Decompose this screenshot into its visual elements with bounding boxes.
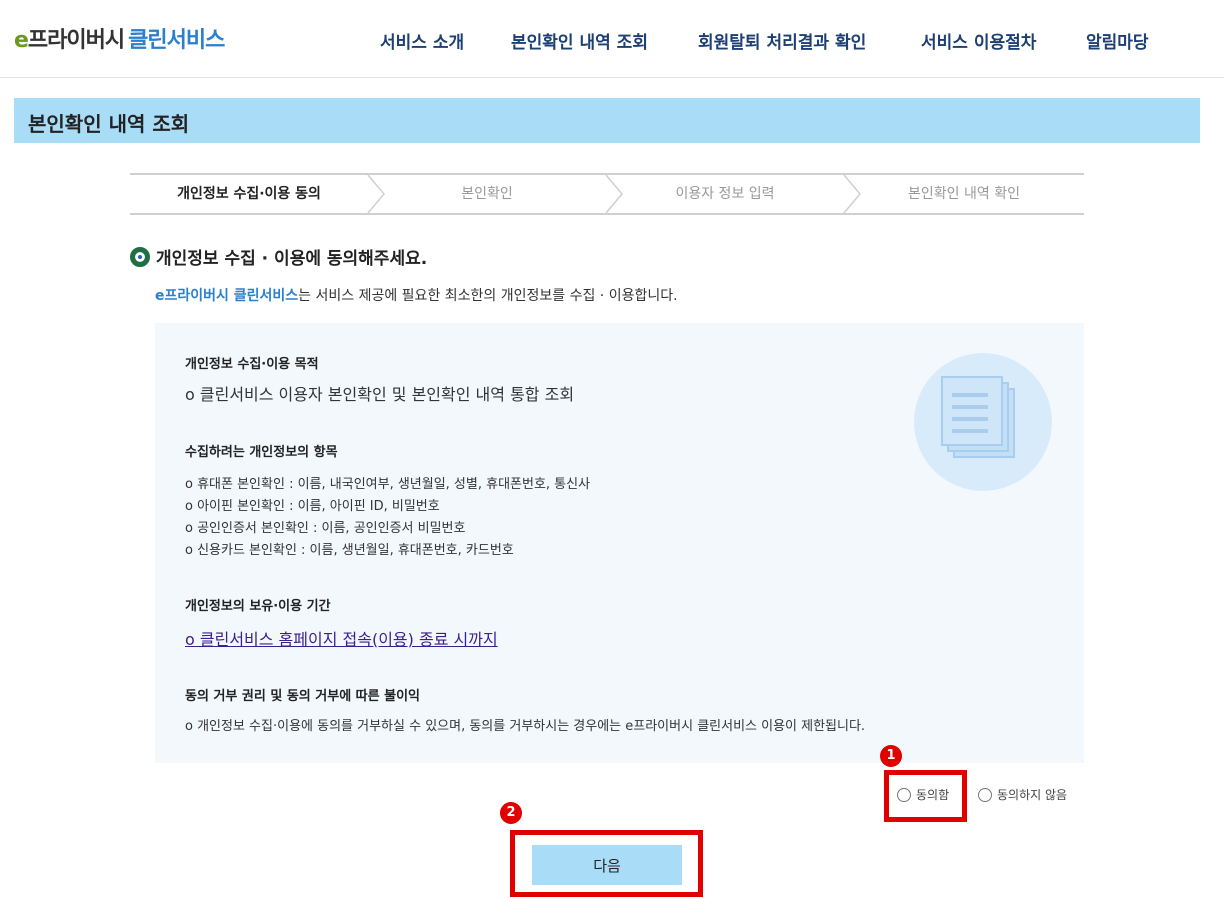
item-certificate: o 공인인증서 본인확인 : 이름, 공인인증서 비밀번호 <box>185 521 466 536</box>
progress-steps: 개인정보 수집·이용 동의 본인확인 이용자 정보 입력 본인확인 내역 확인 <box>130 173 1084 215</box>
step-badge-2: 2 <box>500 802 522 824</box>
nav-identity-history[interactable]: 본인확인 내역 조회 <box>511 28 648 53</box>
items-heading: 수집하려는 개인정보의 항목 <box>185 445 338 460</box>
step-consent: 개인정보 수집·이용 동의 <box>177 186 321 202</box>
agree-label: 동의함 <box>916 788 950 802</box>
nav-notice-board[interactable]: 알림마당 <box>1086 28 1149 53</box>
step-badge-1: 1 <box>880 745 902 767</box>
nav-service-intro[interactable]: 서비스 소개 <box>380 28 464 53</box>
intro-brand: e프라이버시 클린서비스 <box>155 288 299 304</box>
intro-text: e프라이버시 클린서비스는 서비스 제공에 필요한 최소한의 개인정보를 수집 … <box>155 285 678 305</box>
logo-e: e <box>14 28 29 53</box>
purpose-heading: 개인정보 수집·이용 목적 <box>185 357 319 372</box>
consent-info-box: 개인정보 수집·이용 목적 o 클린서비스 이용자 본인확인 및 본인확인 내역… <box>155 323 1084 763</box>
nav-service-procedure[interactable]: 서비스 이용절차 <box>921 28 1036 53</box>
disagree-label: 동의하지 않음 <box>997 788 1068 802</box>
site-logo[interactable]: e프라이버시 클린서비스 <box>14 22 225 54</box>
nav-withdrawal-result[interactable]: 회원탈퇴 처리결과 확인 <box>698 28 866 53</box>
item-phone: o 휴대폰 본인확인 : 이름, 내국인여부, 생년월일, 성별, 휴대폰번호,… <box>185 477 591 492</box>
disagree-radio[interactable]: 동의하지 않음 <box>978 786 1067 803</box>
site-header: e프라이버시 클린서비스 서비스 소개 본인확인 내역 조회 회원탈퇴 처리결과 … <box>0 0 1224 78</box>
disagree-radio-circle[interactable] <box>978 788 992 802</box>
retention-text[interactable]: o 클린서비스 홈페이지 접속(이용) 종료 시까지 <box>185 626 498 650</box>
logo-privacy: 프라이버시 <box>27 28 125 53</box>
section-title: 개인정보 수집 · 이용에 동의해주세요. <box>130 244 427 269</box>
refusal-text: o 개인정보 수집·이용에 동의를 거부하실 수 있으며, 동의를 거부하시는 … <box>185 719 866 734</box>
bullet-dot-icon <box>130 247 150 267</box>
item-ipin: o 아이핀 본인확인 : 이름, 아이핀 ID, 비밀번호 <box>185 499 440 514</box>
agree-radio-circle[interactable] <box>897 788 911 802</box>
refusal-heading: 동의 거부 권리 및 동의 거부에 따른 불이익 <box>185 689 421 704</box>
page-title: 본인확인 내역 조회 <box>28 112 190 136</box>
retention-heading: 개인정보의 보유·이용 기간 <box>185 599 331 614</box>
document-icon <box>941 376 1015 458</box>
step-user-info: 이용자 정보 입력 <box>675 186 775 202</box>
purpose-text: o 클린서비스 이용자 본인확인 및 본인확인 내역 통합 조회 <box>185 385 575 404</box>
item-credit-card: o 신용카드 본인확인 : 이름, 생년월일, 휴대폰번호, 카드번호 <box>185 543 514 558</box>
page-title-bar: 본인확인 내역 조회 <box>14 98 1200 143</box>
logo-clean-service: 클린서비스 <box>128 28 225 53</box>
document-illustration <box>914 353 1052 491</box>
step-history-check: 본인확인 내역 확인 <box>908 186 1020 202</box>
intro-body: 는 서비스 제공에 필요한 최소한의 개인정보를 수집 · 이용합니다. <box>298 288 678 304</box>
retention-link[interactable]: o 클린서비스 홈페이지 접속(이용) 종료 시까지 <box>185 630 498 649</box>
agree-radio[interactable]: 동의함 <box>897 786 949 803</box>
section-title-text: 개인정보 수집 · 이용에 동의해주세요. <box>156 249 428 269</box>
next-button[interactable]: 다음 <box>532 845 682 885</box>
step-identity-check: 본인확인 <box>461 186 513 202</box>
